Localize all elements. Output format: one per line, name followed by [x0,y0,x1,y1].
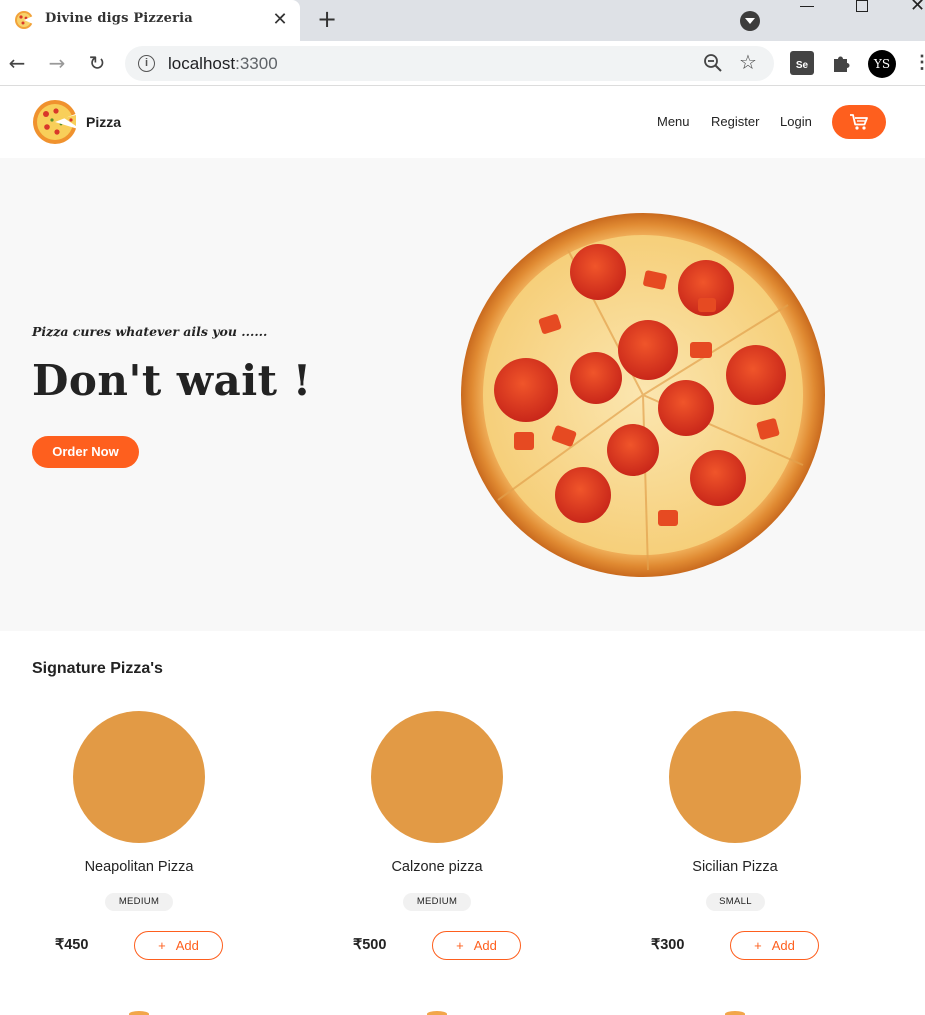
pizza-name: Calzone pizza [391,859,483,875]
tab-close-icon[interactable]: ✕ [270,9,290,29]
tab-title: Divine digs Pizzeria [45,11,193,26]
profile-avatar[interactable]: YS [868,50,896,78]
selenium-extension-icon[interactable]: Se [790,51,814,75]
hero-section: Pizza cures whatever ails you ...... Don… [0,158,925,631]
brand-name[interactable]: Pizza [86,114,121,130]
window-close-icon[interactable]: ✕ [910,0,925,16]
extensions-puzzle-icon[interactable] [830,51,854,75]
window-minimize-icon[interactable] [800,6,814,7]
hero-tagline: Pizza cures whatever ails you ...... [32,324,268,339]
pizza-favicon-icon [15,11,33,29]
pizza-logo-icon[interactable] [32,99,78,145]
add-to-cart-button[interactable]: + Add [134,931,223,960]
reload-icon[interactable]: ↻ [86,52,108,74]
next-row-pizza-peek [725,1011,745,1015]
pizza-image [371,711,503,843]
pizza-size-badge: MEDIUM [105,893,173,911]
site-header: Pizza Menu Register Login [0,87,925,158]
plus-icon: + [158,938,166,953]
section-title: Signature Pizza's [32,660,163,677]
tab-search-icon[interactable] [740,11,760,31]
pizza-name: Sicilian Pizza [692,859,778,875]
nav-login-link[interactable]: Login [780,114,812,129]
browser-menu-icon[interactable]: ⋮ [913,51,925,75]
add-label: Add [771,938,795,953]
site-info-icon[interactable]: i [138,55,155,72]
back-icon[interactable]: ← [6,52,28,74]
add-to-cart-button[interactable]: + Add [432,931,521,960]
order-now-button[interactable]: Order Now [32,436,139,468]
nav-menu-link[interactable]: Menu [657,114,690,129]
url-host: localhost [168,54,236,73]
pizza-card: Sicilian Pizza SMALL ₹300 + Add [628,708,848,968]
url-port: :3300 [235,54,278,73]
window-maximize-icon[interactable] [856,0,868,12]
next-row-pizza-peek [427,1011,447,1015]
browser-tabstrip: Divine digs Pizzeria ✕ + ✕ [0,0,925,41]
pizza-name: Neapolitan Pizza [84,859,194,875]
add-label: Add [473,938,497,953]
next-row-pizza-peek [129,1011,149,1015]
hero-pizza-image [461,213,825,577]
zoom-out-icon[interactable] [703,53,723,73]
hero-title: Don't wait ! [32,356,312,405]
url-text[interactable]: localhost:3300 [168,54,278,74]
pizza-image [73,711,205,843]
address-bar[interactable]: i localhost:3300 ☆ [125,46,774,81]
add-to-cart-button[interactable]: + Add [730,931,819,960]
pizza-size-badge: MEDIUM [403,893,471,911]
forward-icon[interactable]: → [46,52,68,74]
bookmark-star-icon[interactable]: ☆ [739,50,757,74]
plus-icon: + [456,938,464,953]
pizza-price: ₹500 [353,937,387,953]
add-label: Add [175,938,199,953]
pizza-size-badge: SMALL [706,893,765,911]
cart-button[interactable] [832,105,886,139]
new-tab-icon[interactable]: + [316,7,338,31]
pizza-card: Calzone pizza MEDIUM ₹500 + Add [330,708,550,968]
pizza-price: ₹300 [651,937,685,953]
pizza-card: Neapolitan Pizza MEDIUM ₹450 + Add [32,708,252,968]
cart-icon [850,114,868,130]
browser-tab[interactable]: Divine digs Pizzeria ✕ [0,0,300,41]
pizza-image [669,711,801,843]
browser-toolbar: ← → ↻ i localhost:3300 ☆ Se YS ⋮ [0,41,925,86]
pizza-price: ₹450 [55,937,89,953]
nav-register-link[interactable]: Register [711,114,759,129]
plus-icon: + [754,938,762,953]
